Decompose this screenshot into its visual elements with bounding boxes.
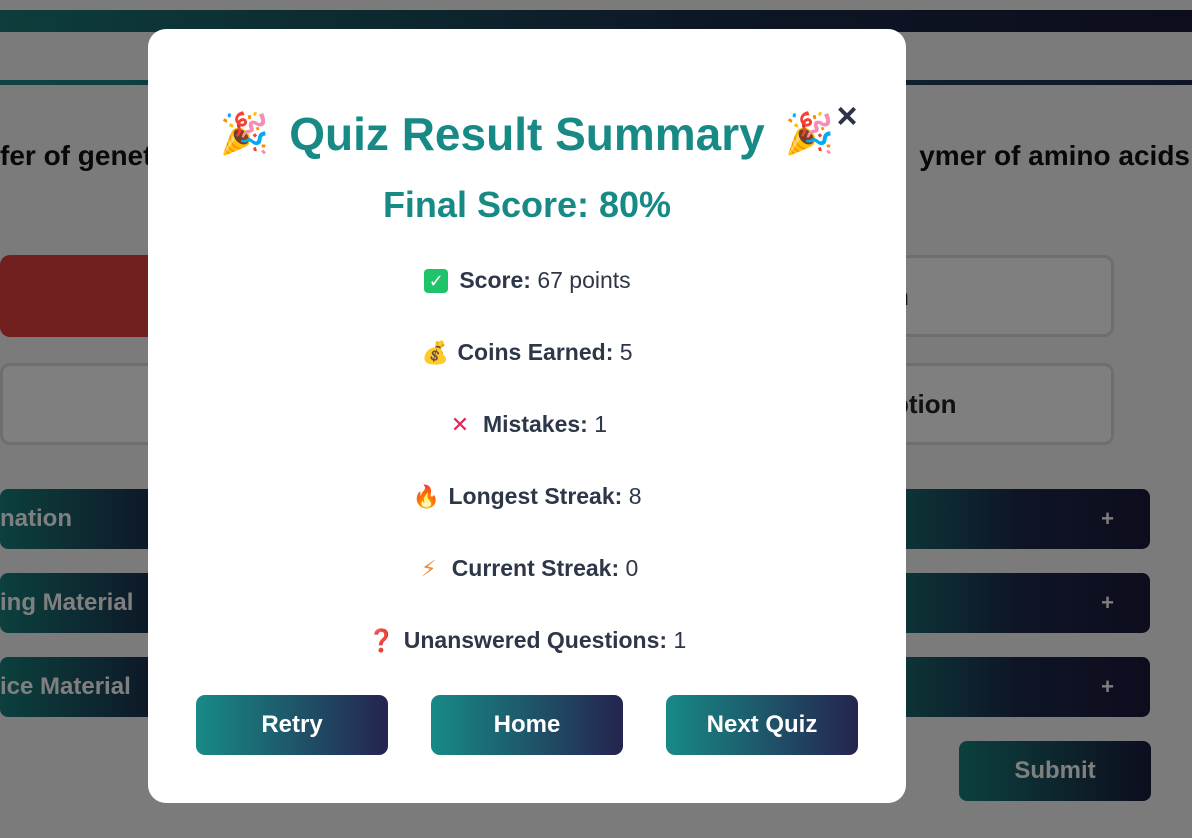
- stat-unanswered-questions: ❓ Unanswered Questions: 1: [148, 627, 906, 654]
- stat-value: 5: [619, 339, 633, 365]
- stat-label: Longest Streak:: [448, 483, 623, 509]
- retry-button[interactable]: Retry: [196, 695, 388, 755]
- stat-score: ✓ Score: 67 points: [148, 267, 906, 294]
- stat-mistakes: ✕ Mistakes: 1: [148, 411, 906, 438]
- modal-title: Quiz Result Summary: [289, 108, 765, 160]
- stat-label: Score:: [459, 267, 531, 293]
- stat-value: 67 points: [537, 267, 631, 293]
- stat-longest-streak: 🔥 Longest Streak: 8: [148, 483, 906, 510]
- home-button[interactable]: Home: [431, 695, 623, 755]
- modal-actions: Retry Home Next Quiz: [196, 695, 858, 755]
- stat-current-streak: ⚡ Current Streak: 0: [148, 555, 906, 582]
- stat-label: Mistakes:: [482, 411, 588, 437]
- fire-icon: 🔥: [412, 483, 440, 509]
- stat-value: 1: [594, 411, 607, 437]
- question-icon: ❓: [367, 627, 396, 653]
- stat-label: Coins Earned:: [457, 339, 614, 365]
- stat-value: 0: [625, 555, 639, 581]
- money-bag-icon: 💰: [421, 339, 449, 365]
- stat-label: Unanswered Questions:: [403, 627, 668, 653]
- stat-value: 8: [628, 483, 642, 509]
- close-icon[interactable]: ×: [832, 95, 862, 136]
- check-icon: ✓: [424, 268, 449, 293]
- stat-value: 1: [673, 627, 687, 653]
- modal-header: 🎉 Quiz Result Summary 🎉: [148, 107, 906, 161]
- stat-label: Current Streak:: [451, 555, 620, 581]
- quiz-result-modal: 🎉 Quiz Result Summary 🎉 × Final Score: 8…: [148, 29, 906, 803]
- party-popper-icon: 🎉: [784, 112, 835, 156]
- next-quiz-button[interactable]: Next Quiz: [666, 695, 858, 755]
- cross-icon: ✕: [450, 411, 470, 437]
- party-popper-icon: 🎉: [219, 112, 270, 156]
- final-score: Final Score: 80%: [382, 184, 672, 225]
- stat-coins-earned: 💰 Coins Earned: 5: [148, 339, 906, 366]
- lightning-icon: ⚡: [420, 555, 437, 581]
